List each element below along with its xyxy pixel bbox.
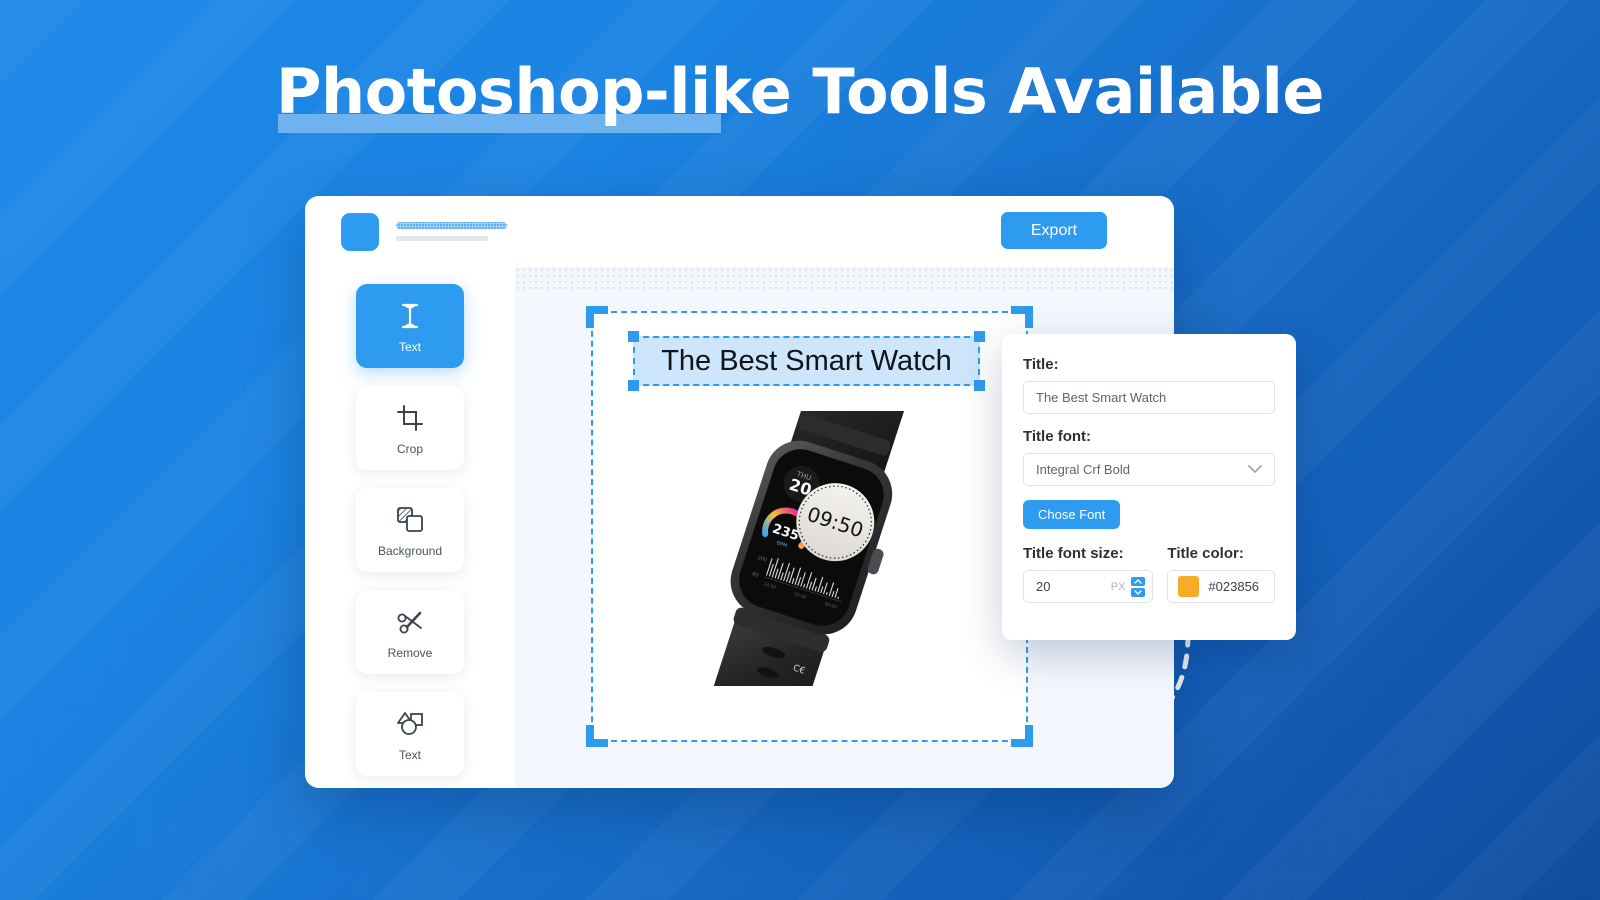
- placeholder-line-primary: [396, 222, 507, 229]
- artboard-handle-top-left[interactable]: [586, 306, 608, 328]
- shapes-icon: [396, 707, 424, 741]
- app-header: Export: [305, 196, 1174, 267]
- font-size-group: Title font size: 20 PX: [1023, 545, 1154, 603]
- export-button[interactable]: Export: [1001, 212, 1107, 249]
- chevron-down-icon: [1248, 462, 1262, 477]
- text-handle-top-left[interactable]: [628, 331, 639, 342]
- font-size-input[interactable]: 20 PX: [1023, 570, 1154, 603]
- font-size-field-label: Title font size:: [1023, 545, 1124, 562]
- crop-icon: [397, 401, 423, 435]
- title-font-select[interactable]: Integral Crf Bold: [1023, 453, 1275, 486]
- title-font-select-value: Integral Crf Bold: [1036, 462, 1130, 477]
- headline-text: Photoshop-like Tools Available: [276, 55, 1324, 128]
- title-input[interactable]: The Best Smart Watch: [1023, 381, 1275, 414]
- sidebar-tool-crop[interactable]: Crop: [356, 386, 464, 470]
- canvas-text-layer[interactable]: The Best Smart Watch: [628, 331, 985, 391]
- page-headline: Photoshop-like Tools Available: [0, 55, 1600, 133]
- title-field-label: Title:: [1023, 356, 1059, 373]
- text-handle-top-right[interactable]: [974, 331, 985, 342]
- scissors-icon: [396, 605, 424, 639]
- title-color-group: Title color: #023856: [1167, 545, 1275, 603]
- artboard-handle-bottom-right[interactable]: [1011, 725, 1033, 747]
- artboard-handle-bottom-left[interactable]: [586, 725, 608, 747]
- sidebar-tool-label: Text: [398, 339, 421, 354]
- title-color-field-label: Title color:: [1167, 545, 1244, 562]
- artboard-selection[interactable]: The Best Smart Watch THU 20 235 BPM 09:5…: [586, 306, 1033, 747]
- sidebar-tool-label: Background: [377, 543, 443, 558]
- sidebar-tool-text-cursor[interactable]: Text: [356, 284, 464, 368]
- font-size-value: 20: [1036, 579, 1051, 594]
- font-size-stepper[interactable]: [1131, 576, 1146, 597]
- caret-up-icon[interactable]: [1131, 576, 1146, 586]
- color-swatch[interactable]: [1178, 576, 1200, 597]
- artboard-handle-top-right[interactable]: [1011, 306, 1033, 328]
- font-size-unit: PX: [1110, 580, 1126, 593]
- sidebar-tool-shapes[interactable]: Text: [356, 692, 464, 776]
- title-color-input[interactable]: #023856: [1167, 570, 1275, 603]
- color-hex-value: #023856: [1208, 579, 1260, 594]
- sidebar-tool-background[interactable]: Background: [356, 488, 464, 572]
- canvas-text-layer-label: The Best Smart Watch: [661, 344, 952, 377]
- title-font-field-label: Title font:: [1023, 428, 1092, 445]
- text-handle-bottom-right[interactable]: [974, 380, 985, 391]
- tool-sidebar: Text Crop Background Remove Text: [305, 267, 515, 788]
- layers-icon: [396, 503, 424, 537]
- title-properties-panel: Title: The Best Smart Watch Title font: …: [1002, 334, 1296, 640]
- app-title-placeholder: [396, 222, 507, 241]
- sidebar-tool-label: Crop: [396, 441, 423, 456]
- sidebar-tool-remove[interactable]: Remove: [356, 590, 464, 674]
- caret-down-icon[interactable]: [1131, 587, 1146, 597]
- chose-font-button[interactable]: Chose Font: [1023, 500, 1121, 529]
- text-cursor-icon: [399, 299, 421, 333]
- text-handle-bottom-left[interactable]: [628, 380, 639, 391]
- app-logo-square-icon: [341, 212, 379, 251]
- canvas-top-dot-pattern: [515, 267, 1174, 289]
- sidebar-tool-label: Text: [398, 747, 421, 762]
- sidebar-tool-label: Remove: [387, 645, 433, 660]
- placeholder-line-secondary: [396, 236, 488, 241]
- product-image-smart-watch[interactable]: THU 20 235 BPM 09:50 200 80 24:00 02:00 …: [681, 361, 936, 727]
